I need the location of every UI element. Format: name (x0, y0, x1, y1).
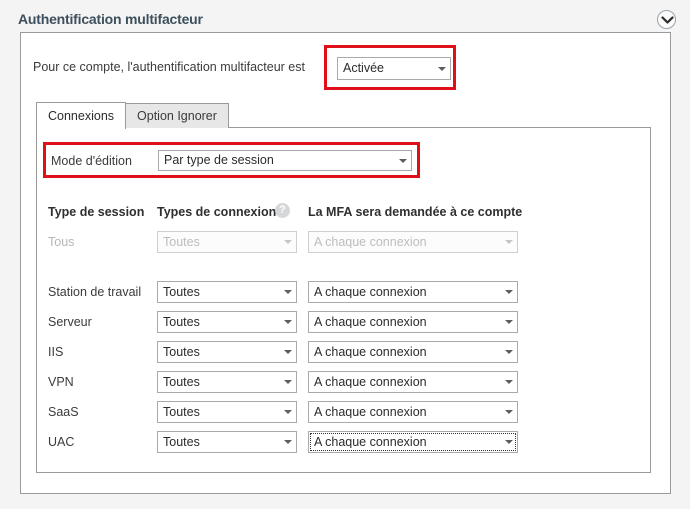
chevron-down-icon (394, 158, 411, 163)
connection-types-select[interactable]: Toutes (157, 311, 297, 333)
chevron-down-icon (500, 290, 517, 294)
chevron-down-icon (500, 380, 517, 384)
chevron-down-icon (279, 240, 296, 244)
connection-types-select-value: Toutes (163, 375, 200, 389)
column-header-connection-types: Types de connexion (157, 205, 277, 219)
connection-types-select: Toutes (157, 231, 297, 253)
account-mfa-state-value: Activée (343, 62, 384, 75)
tab-strip: Connexions Option Ignorer (36, 102, 229, 129)
chevron-down-icon (279, 290, 296, 294)
column-header-session-type: Type de session (48, 205, 145, 219)
connection-types-select-value: Toutes (163, 435, 200, 449)
account-mfa-state-label: Pour ce compte, l'authentification multi… (33, 60, 305, 74)
chevron-down-icon (433, 66, 450, 71)
mfa-prompt-select: A chaque connexion (308, 231, 518, 253)
connection-types-select[interactable]: Toutes (157, 401, 297, 423)
mfa-prompt-select-value: A chaque connexion (314, 375, 427, 389)
chevron-down-icon (279, 410, 296, 414)
tab-option-ignorer-label: Option Ignorer (137, 109, 217, 123)
connection-types-select-value: Toutes (163, 285, 200, 299)
chevron-down-icon (500, 350, 517, 354)
page-title: Authentification multifacteur (18, 11, 203, 27)
mfa-prompt-select[interactable]: A chaque connexion (308, 311, 518, 333)
chevron-down-glyph (661, 16, 674, 24)
connection-types-select-value: Toutes (163, 235, 200, 249)
mfa-prompt-select-value: A chaque connexion (314, 235, 427, 249)
mfa-prompt-select-value: A chaque connexion (314, 435, 427, 449)
connection-types-select[interactable]: Toutes (157, 371, 297, 393)
row-label-session-type: Station de travail (48, 285, 142, 299)
mfa-prompt-select[interactable]: A chaque connexion (308, 341, 518, 363)
chevron-down-icon (500, 410, 517, 414)
chevron-down-icon (279, 440, 296, 444)
chevron-down-icon (279, 380, 296, 384)
row-label-session-type: UAC (48, 435, 75, 449)
connection-types-select[interactable]: Toutes (157, 431, 297, 453)
account-mfa-state-select[interactable]: Activée (337, 57, 451, 80)
connection-types-select-value: Toutes (163, 345, 200, 359)
chevron-down-icon (279, 350, 296, 354)
tab-connexions[interactable]: Connexions (36, 102, 127, 129)
chevron-down-icon (500, 320, 517, 324)
mfa-prompt-select[interactable]: A chaque connexion (308, 401, 518, 423)
chevron-down-icon (500, 440, 517, 444)
mfa-prompt-select[interactable]: A chaque connexion (308, 281, 518, 303)
tab-connexions-label: Connexions (48, 109, 115, 123)
row-label-session-type: SaaS (48, 405, 79, 419)
chevron-down-icon (279, 320, 296, 324)
mfa-prompt-select-value: A chaque connexion (314, 315, 427, 329)
edit-mode-select[interactable]: Par type de session (158, 150, 412, 171)
connection-types-select[interactable]: Toutes (157, 341, 297, 363)
connection-types-select[interactable]: Toutes (157, 281, 297, 303)
help-icon[interactable]: ? (275, 203, 290, 218)
mfa-prompt-select-value: A chaque connexion (314, 405, 427, 419)
chevron-down-icon (500, 240, 517, 244)
edit-mode-value: Par type de session (164, 154, 274, 167)
mfa-prompt-select[interactable]: A chaque connexion (308, 371, 518, 393)
mfa-prompt-select[interactable]: A chaque connexion (308, 431, 518, 453)
connection-types-select-value: Toutes (163, 315, 200, 329)
row-label-session-type: IIS (48, 345, 64, 359)
row-label-session-type: Serveur (48, 315, 92, 329)
connection-types-select-value: Toutes (163, 405, 200, 419)
chevron-down-icon[interactable] (657, 10, 676, 29)
section-header: Authentification multifacteur (0, 0, 690, 36)
row-label-session-type: VPN (48, 375, 74, 389)
column-header-mfa-prompt: La MFA sera demandée à ce compte (308, 205, 523, 219)
mfa-prompt-select-value: A chaque connexion (314, 345, 427, 359)
tab-option-ignorer[interactable]: Option Ignorer (126, 103, 229, 128)
mfa-prompt-select-value: A chaque connexion (314, 285, 427, 299)
edit-mode-label: Mode d'édition (51, 154, 132, 168)
row-label-session-type: Tous (48, 235, 75, 249)
